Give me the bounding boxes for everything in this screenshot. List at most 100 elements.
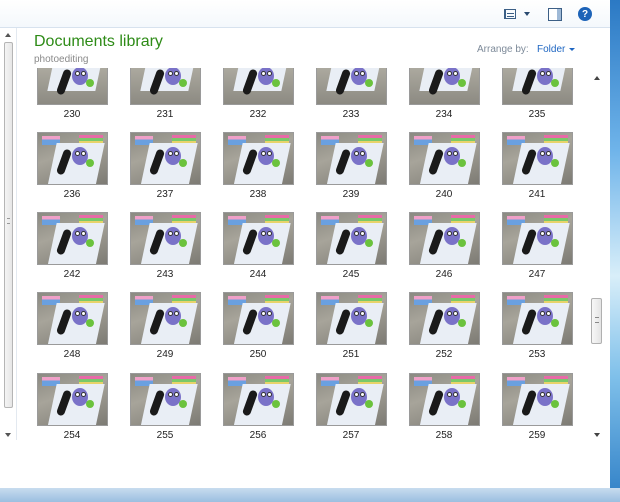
image-filename[interactable]: 239	[307, 189, 395, 200]
image-thumbnail[interactable]	[130, 68, 201, 105]
image-filename[interactable]: 237	[121, 189, 209, 200]
image-filename[interactable]: 238	[214, 189, 302, 200]
image-filename[interactable]: 232	[214, 109, 302, 120]
image-filename[interactable]: 251	[307, 349, 395, 360]
image-item[interactable]: 238	[214, 132, 302, 210]
image-filename[interactable]: 230	[28, 109, 116, 120]
image-thumbnail[interactable]	[409, 212, 480, 265]
image-item[interactable]: 241	[493, 132, 581, 210]
image-item[interactable]: 259	[493, 373, 581, 448]
image-item[interactable]: 258	[400, 373, 488, 448]
image-thumbnail[interactable]	[502, 132, 573, 185]
image-item[interactable]: 247	[493, 212, 581, 290]
image-thumbnail[interactable]	[316, 292, 387, 345]
scroll-down-arrow-icon[interactable]	[594, 433, 600, 437]
image-thumbnail[interactable]	[409, 292, 480, 345]
image-item[interactable]: 235	[493, 68, 581, 130]
image-item[interactable]: 251	[307, 292, 395, 370]
image-item[interactable]: 239	[307, 132, 395, 210]
arrange-by-dropdown[interactable]: Folder	[537, 44, 576, 55]
image-item[interactable]: 250	[214, 292, 302, 370]
image-thumbnail[interactable]	[316, 68, 387, 105]
image-filename[interactable]: 241	[493, 189, 581, 200]
image-item[interactable]: 257	[307, 373, 395, 448]
image-thumbnail[interactable]	[316, 212, 387, 265]
image-item[interactable]: 237	[121, 132, 209, 210]
image-thumbnail[interactable]	[409, 68, 480, 105]
image-filename[interactable]: 245	[307, 269, 395, 280]
image-filename[interactable]: 258	[400, 430, 488, 441]
image-thumbnail[interactable]	[130, 373, 201, 426]
image-filename[interactable]: 234	[400, 109, 488, 120]
image-filename[interactable]: 247	[493, 269, 581, 280]
image-item[interactable]: 236	[28, 132, 116, 210]
image-thumbnail[interactable]	[409, 132, 480, 185]
image-item[interactable]: 240	[400, 132, 488, 210]
image-filename[interactable]: 259	[493, 430, 581, 441]
image-thumbnail[interactable]	[316, 373, 387, 426]
image-item[interactable]: 246	[400, 212, 488, 290]
image-filename[interactable]: 257	[307, 430, 395, 441]
image-item[interactable]: 243	[121, 212, 209, 290]
help-button[interactable]: ?	[576, 5, 594, 23]
image-thumbnail[interactable]	[502, 292, 573, 345]
image-item[interactable]: 253	[493, 292, 581, 370]
image-filename[interactable]: 256	[214, 430, 302, 441]
image-filename[interactable]: 248	[28, 349, 116, 360]
image-item[interactable]: 230	[28, 68, 116, 130]
image-thumbnail[interactable]	[130, 212, 201, 265]
image-thumbnail[interactable]	[502, 68, 573, 105]
image-thumbnail[interactable]	[223, 212, 294, 265]
file-list-scrollbar[interactable]	[588, 68, 605, 442]
image-thumbnail[interactable]	[37, 212, 108, 265]
image-thumbnail[interactable]	[130, 292, 201, 345]
image-filename[interactable]: 255	[121, 430, 209, 441]
image-thumbnail[interactable]	[223, 373, 294, 426]
chevron-down-icon[interactable]	[524, 12, 530, 16]
image-filename[interactable]: 233	[307, 109, 395, 120]
image-thumbnail[interactable]	[502, 212, 573, 265]
image-item[interactable]: 255	[121, 373, 209, 448]
image-thumbnail[interactable]	[37, 292, 108, 345]
image-thumbnail[interactable]	[223, 68, 294, 105]
image-filename[interactable]: 242	[28, 269, 116, 280]
scroll-up-arrow-icon[interactable]	[5, 33, 11, 37]
image-item[interactable]: 252	[400, 292, 488, 370]
image-thumbnail[interactable]	[37, 373, 108, 426]
image-item[interactable]: 244	[214, 212, 302, 290]
image-filename[interactable]: 249	[121, 349, 209, 360]
image-item[interactable]: 248	[28, 292, 116, 370]
image-filename[interactable]: 254	[28, 430, 116, 441]
change-view-button[interactable]	[500, 5, 534, 23]
image-item[interactable]: 233	[307, 68, 395, 130]
image-thumbnail[interactable]	[316, 132, 387, 185]
image-filename[interactable]: 231	[121, 109, 209, 120]
navigation-pane-scrollbar[interactable]	[0, 28, 17, 440]
image-thumbnail[interactable]	[130, 132, 201, 185]
image-item[interactable]: 234	[400, 68, 488, 130]
image-thumbnail[interactable]	[223, 292, 294, 345]
scrollbar-thumb[interactable]	[591, 298, 602, 344]
preview-pane-button[interactable]	[546, 5, 564, 23]
scrollbar-thumb[interactable]	[4, 42, 13, 408]
image-thumbnail[interactable]	[502, 373, 573, 426]
image-filename[interactable]: 236	[28, 189, 116, 200]
image-item[interactable]: 249	[121, 292, 209, 370]
image-filename[interactable]: 250	[214, 349, 302, 360]
image-item[interactable]: 256	[214, 373, 302, 448]
image-thumbnail[interactable]	[37, 68, 108, 105]
image-thumbnail[interactable]	[37, 132, 108, 185]
scroll-up-arrow-icon[interactable]	[594, 76, 600, 80]
image-filename[interactable]: 246	[400, 269, 488, 280]
image-item[interactable]: 254	[28, 373, 116, 448]
image-filename[interactable]: 235	[493, 109, 581, 120]
image-item[interactable]: 232	[214, 68, 302, 130]
image-filename[interactable]: 240	[400, 189, 488, 200]
image-item[interactable]: 231	[121, 68, 209, 130]
image-item[interactable]: 245	[307, 212, 395, 290]
image-thumbnail[interactable]	[409, 373, 480, 426]
image-item[interactable]: 242	[28, 212, 116, 290]
image-filename[interactable]: 243	[121, 269, 209, 280]
image-filename[interactable]: 253	[493, 349, 581, 360]
image-filename[interactable]: 252	[400, 349, 488, 360]
